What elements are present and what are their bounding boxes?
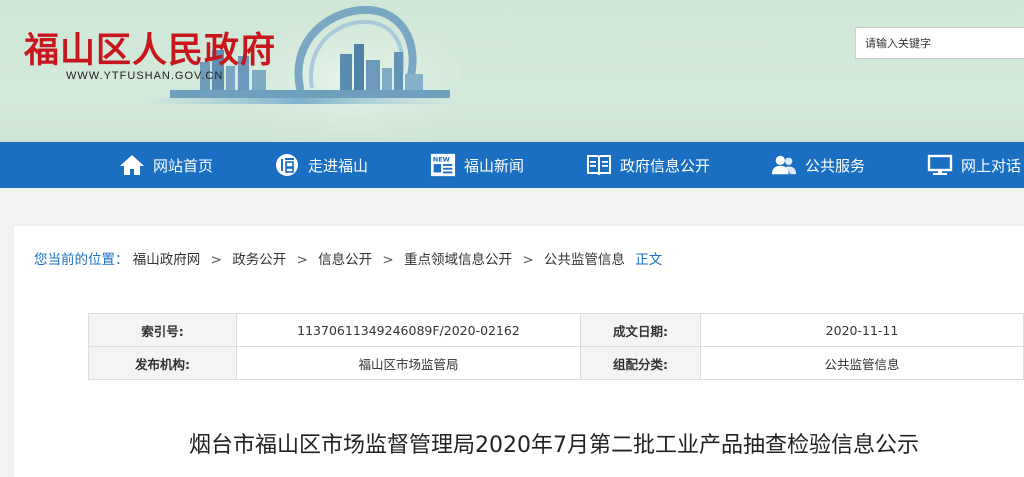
breadcrumb-separator: > — [522, 252, 534, 268]
document-meta-table: 索引号: 11370611349246089F/2020-02162 成文日期:… — [88, 313, 1024, 380]
nav-label: 公共服务 — [805, 156, 866, 175]
category-value: 公共监管信息 — [700, 346, 1024, 380]
publisher-value: 福山区市场监管局 — [236, 346, 581, 380]
nav-label: 福山新闻 — [464, 156, 525, 175]
search-box — [855, 27, 1024, 59]
breadcrumb-item-gov-affairs[interactable]: 政务公开 — [232, 252, 286, 268]
search-input[interactable] — [856, 28, 1024, 58]
breadcrumb: 您当前的位置： 福山政府网 > 政务公开 > 信息公开 > 重点领域信息公开 >… — [34, 248, 662, 268]
index-label: 索引号: — [88, 313, 237, 347]
table-row: 索引号: 11370611349246089F/2020-02162 成文日期:… — [88, 313, 1024, 347]
nav-item-news[interactable]: NEW 福山新闻 — [430, 142, 524, 188]
publisher-label: 发布机构: — [88, 346, 237, 380]
nav-label: 网站首页 — [153, 156, 214, 175]
article-title: 烟台市福山区市场监督管理局2020年7月第二批工业产品抽查检验信息公示 — [189, 433, 919, 458]
breadcrumb-separator: > — [382, 252, 394, 268]
main-nav: 网站首页 走进福山 NEW 福山新闻 政府信息公开 公共服务 网上对话 — [0, 142, 1024, 188]
site-title[interactable]: 福山区人民政府 — [24, 22, 276, 73]
site-domain: WWW.YTFUSHAN.GOV.CN — [66, 70, 224, 82]
nav-label: 走进福山 — [308, 156, 369, 175]
nav-label: 网上对话 — [961, 156, 1022, 175]
breadcrumb-separator: > — [296, 252, 308, 268]
category-label: 组配分类: — [580, 346, 701, 380]
content-panel: 您当前的位置： 福山政府网 > 政务公开 > 信息公开 > 重点领域信息公开 >… — [14, 226, 1024, 477]
breadcrumb-current: 正文 — [635, 252, 663, 268]
svg-text:NEW: NEW — [433, 155, 450, 163]
home-icon — [119, 152, 145, 178]
breadcrumb-item-info-disclosure[interactable]: 信息公开 — [318, 252, 372, 268]
breadcrumb-item-key-areas[interactable]: 重点领域信息公开 — [404, 252, 512, 268]
nav-item-about-fushan[interactable]: 走进福山 — [274, 142, 368, 188]
date-value: 2020-11-11 — [700, 313, 1024, 347]
breadcrumb-lead: 您当前的位置： — [34, 252, 129, 268]
nav-label: 政府信息公开 — [620, 156, 711, 175]
breadcrumb-item-home[interactable]: 福山政府网 — [133, 252, 201, 268]
nav-item-online-dialogue[interactable]: 网上对话 — [927, 142, 1021, 188]
table-row: 发布机构: 福山区市场监管局 组配分类: 公共监管信息 — [88, 346, 1024, 380]
nav-item-gov-info[interactable]: 政府信息公开 — [586, 142, 710, 188]
breadcrumb-item-public-supervision[interactable]: 公共监管信息 — [544, 252, 625, 268]
date-label: 成文日期: — [580, 313, 701, 347]
people-icon — [771, 152, 797, 178]
news-icon: NEW — [430, 152, 456, 178]
site-header: 福山区人民政府 WWW.YTFUSHAN.GOV.CN — [0, 0, 1024, 142]
fu-emblem-icon — [274, 152, 300, 178]
nav-item-home[interactable]: 网站首页 — [119, 142, 213, 188]
nav-item-public-service[interactable]: 公共服务 — [771, 142, 865, 188]
book-icon — [586, 152, 612, 178]
index-value: 11370611349246089F/2020-02162 — [236, 313, 581, 347]
breadcrumb-separator: > — [210, 252, 222, 268]
monitor-icon — [927, 152, 953, 178]
